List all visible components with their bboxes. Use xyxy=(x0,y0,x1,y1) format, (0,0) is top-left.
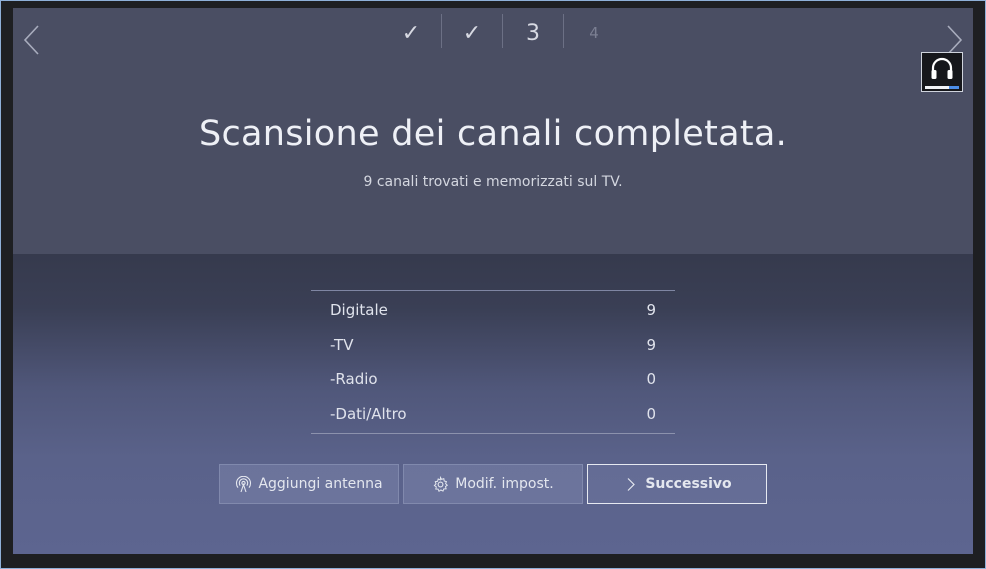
add-antenna-label: Aggiungi antenna xyxy=(258,476,383,492)
channel-results-table: Digitale 9 -TV 9 -Radio 0 -Dati/Altro 0 xyxy=(311,290,675,434)
step-indicator: ✓ ✓ 3 4 xyxy=(381,14,624,52)
headset-button[interactable] xyxy=(921,52,963,92)
result-label: -TV xyxy=(330,335,354,354)
chevron-right-icon xyxy=(627,477,636,491)
step-1-done: ✓ xyxy=(401,20,421,46)
headset-level-bar xyxy=(925,86,959,89)
gear-icon xyxy=(433,475,449,492)
next-label: Successivo xyxy=(645,476,732,492)
step-2-done: ✓ xyxy=(462,20,482,46)
step-3-current: 3 xyxy=(526,20,540,46)
result-row-radio: -Radio 0 xyxy=(311,362,675,397)
result-label: Digitale xyxy=(330,301,388,320)
back-arrow-icon[interactable] xyxy=(21,24,43,56)
action-buttons: Aggiungi antenna Modif. impost. Successi… xyxy=(219,464,767,504)
tv-setup-screen: ✓ ✓ 3 4 Scansione dei canali completata.… xyxy=(13,8,973,554)
page-subtitle: 9 canali trovati e memorizzati sul TV. xyxy=(363,174,623,190)
headset-icon xyxy=(931,57,953,79)
result-label: -Radio xyxy=(330,370,378,389)
result-value: 0 xyxy=(646,370,656,389)
antenna-icon xyxy=(236,475,252,492)
result-row-data-other: -Dati/Altro 0 xyxy=(311,397,675,432)
add-antenna-button[interactable]: Aggiungi antenna xyxy=(219,464,399,504)
modify-settings-button[interactable]: Modif. impost. xyxy=(403,464,583,504)
result-row-digital: Digitale 9 xyxy=(311,293,675,328)
result-value: 9 xyxy=(646,301,656,320)
result-value: 9 xyxy=(646,335,656,354)
page-title: Scansione dei canali completata. xyxy=(198,114,788,154)
result-row-tv: -TV 9 xyxy=(311,328,675,363)
next-button[interactable]: Successivo xyxy=(587,464,767,504)
step-4-pending: 4 xyxy=(589,24,599,42)
result-label: -Dati/Altro xyxy=(330,404,407,423)
result-value: 0 xyxy=(646,404,656,423)
modify-settings-label: Modif. impost. xyxy=(455,476,554,492)
